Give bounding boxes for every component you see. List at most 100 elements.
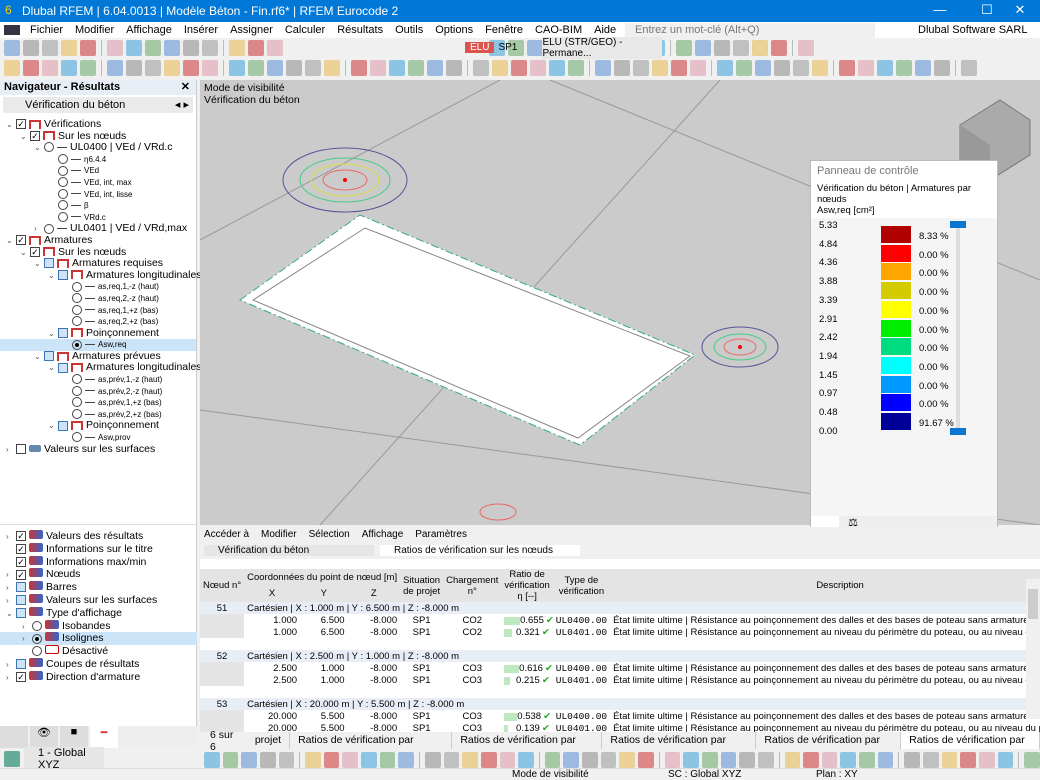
toolbar-tool-icon[interactable] — [23, 40, 39, 56]
menu-5[interactable]: Calculer — [279, 24, 331, 36]
toolbar-tool-icon[interactable] — [942, 752, 958, 768]
radio-button[interactable] — [44, 224, 54, 234]
checkbox[interactable] — [58, 363, 68, 373]
table-type-combo[interactable]: Ratios de vérification sur les nœuds — [380, 545, 580, 556]
radio-button[interactable] — [72, 374, 82, 384]
display-option[interactable]: ✓Informations sur le titre — [0, 543, 197, 556]
display-option[interactable]: ›Isolignes — [0, 632, 197, 645]
toolbar-tool-icon[interactable] — [61, 40, 77, 56]
menu-11[interactable]: Aide — [588, 24, 622, 36]
sheet-tab[interactable]: Ratios de vérification par nœud — [901, 732, 1040, 749]
toolbar-tool-icon[interactable] — [202, 60, 218, 76]
radio-button[interactable] — [58, 212, 68, 222]
expand-chevron-icon[interactable]: ⌄ — [6, 119, 16, 131]
toolbar-tool-icon[interactable] — [229, 40, 245, 56]
checkbox[interactable]: ✓ — [16, 570, 26, 580]
table-row[interactable]: 2.5001.000-8.000SP1CO30.215✔UL0401.00Éta… — [200, 674, 1040, 686]
toolbar-tool-icon[interactable] — [785, 752, 801, 768]
toolbar-tool-icon[interactable] — [462, 752, 478, 768]
toolbar-tool-icon[interactable] — [896, 60, 912, 76]
radio-button[interactable] — [58, 177, 68, 187]
menu-0[interactable]: Fichier — [24, 24, 69, 36]
menu-4[interactable]: Assigner — [224, 24, 279, 36]
table-group-row[interactable]: 52Cartésien | X : 2.500 m | Y : 1.000 m … — [200, 650, 1040, 662]
checkbox[interactable] — [58, 270, 68, 280]
checkbox[interactable] — [16, 608, 26, 618]
display-option[interactable]: ›Barres — [0, 581, 197, 594]
navigator-combo[interactable]: Vérification du béton◂ ▸ — [3, 97, 193, 113]
toolbar-tool-icon[interactable] — [665, 752, 681, 768]
toolbar-tool-icon[interactable] — [425, 752, 441, 768]
sheet-tab[interactable]: projet — [247, 732, 290, 749]
radio-button[interactable] — [44, 142, 54, 152]
menu-3[interactable]: Insérer — [178, 24, 224, 36]
toolbar-tool-icon[interactable] — [305, 60, 321, 76]
toolbar-tool-icon[interactable] — [714, 40, 730, 56]
toolbar-tool-icon[interactable] — [427, 60, 443, 76]
menu-10[interactable]: CAO-BIM — [529, 24, 588, 36]
toolbar-tool-icon[interactable] — [549, 60, 565, 76]
toolbar-tool-icon[interactable] — [840, 752, 856, 768]
toolbar-tool-icon[interactable] — [690, 60, 706, 76]
expand-chevron-icon[interactable]: ⌄ — [34, 142, 44, 154]
checkbox[interactable]: ✓ — [16, 544, 26, 554]
menu-9[interactable]: Fenêtre — [479, 24, 529, 36]
expand-chevron-icon[interactable]: ⌄ — [48, 420, 58, 432]
load-case-selector[interactable]: ELU SP1 ELU (STR/GEO) - Permane... — [465, 40, 662, 55]
toolbar-tool-icon[interactable] — [4, 60, 20, 76]
tree-item[interactable]: as,req,1,-z (haut) — [0, 281, 196, 293]
tree-item[interactable]: η6.4.4 — [0, 154, 196, 166]
tab-view-icon[interactable]: 👁 — [30, 726, 58, 748]
expand-chevron-icon[interactable]: ⌄ — [6, 235, 16, 247]
checkbox[interactable]: ✓ — [30, 247, 40, 257]
toolbar-tool-icon[interactable] — [380, 752, 396, 768]
tree-item[interactable]: ›UL0401 | VEd / VRd,max — [0, 223, 196, 235]
toolbar-tool-icon[interactable] — [545, 752, 561, 768]
toolbar-tool-icon[interactable] — [42, 40, 58, 56]
slider-max-handle[interactable] — [950, 221, 966, 228]
tree-item[interactable]: as,prév,1,+z (bas) — [0, 397, 196, 409]
sheet-tab[interactable]: Ratios de vérification par surface — [756, 732, 901, 749]
expand-chevron-icon[interactable]: ⌄ — [48, 328, 58, 340]
toolbar-tool-icon[interactable] — [633, 60, 649, 76]
display-option[interactable]: ›✓Valeurs des résultats — [0, 530, 197, 543]
tree-item[interactable]: VEd, int, lisse — [0, 189, 196, 201]
close-button[interactable]: ✕ — [1005, 2, 1035, 18]
toolbar-tool-icon[interactable] — [858, 60, 874, 76]
toolbar-tool-icon[interactable] — [145, 40, 161, 56]
table-menu-item[interactable]: Sélection — [309, 529, 350, 540]
toolbar-tool-icon[interactable] — [568, 60, 584, 76]
toolbar-tool-icon[interactable] — [915, 60, 931, 76]
slider-min-handle[interactable] — [950, 428, 966, 435]
toolbar-tool-icon[interactable] — [107, 40, 123, 56]
tab-results-icon[interactable]: ━ — [90, 726, 118, 748]
checkbox[interactable]: ✓ — [30, 131, 40, 141]
close-icon[interactable]: ✕ — [181, 80, 190, 95]
toolbar-tool-icon[interactable] — [904, 752, 920, 768]
radio-button[interactable] — [32, 634, 42, 644]
tree-item[interactable]: as,req,2,-z (haut) — [0, 293, 196, 305]
toolbar-tool-icon[interactable] — [739, 752, 755, 768]
expand-chevron-icon[interactable]: › — [6, 444, 16, 456]
toolbar-tool-icon[interactable] — [267, 40, 283, 56]
table-group-row[interactable]: 51Cartésien | X : 1.000 m | Y : 6.500 m … — [200, 602, 1040, 614]
table-menu-item[interactable]: Affichage — [362, 529, 404, 540]
radio-button[interactable] — [32, 646, 42, 656]
radio-button[interactable] — [72, 409, 82, 419]
expand-chevron-icon[interactable]: › — [6, 672, 16, 685]
toolbar-tool-icon[interactable] — [774, 60, 790, 76]
expand-chevron-icon[interactable]: ⌄ — [48, 362, 58, 374]
expand-chevron-icon[interactable]: ⌄ — [20, 247, 30, 259]
tree-item[interactable]: as,prév,1,-z (haut) — [0, 374, 196, 386]
toolbar-tool-icon[interactable] — [408, 60, 424, 76]
toolbar-tool-icon[interactable] — [202, 40, 218, 56]
toolbar-tool-icon[interactable] — [361, 752, 377, 768]
checkbox[interactable] — [58, 328, 68, 338]
toolbar-tool-icon[interactable] — [492, 60, 508, 76]
menu-1[interactable]: Modifier — [69, 24, 120, 36]
display-option[interactable]: ›✓Direction d'armature — [0, 671, 197, 684]
toolbar-tool-icon[interactable] — [398, 752, 414, 768]
checkbox[interactable] — [16, 595, 26, 605]
toolbar-tool-icon[interactable] — [695, 40, 711, 56]
tree-item[interactable]: ⌄Armatures longitudinales — [0, 362, 196, 374]
